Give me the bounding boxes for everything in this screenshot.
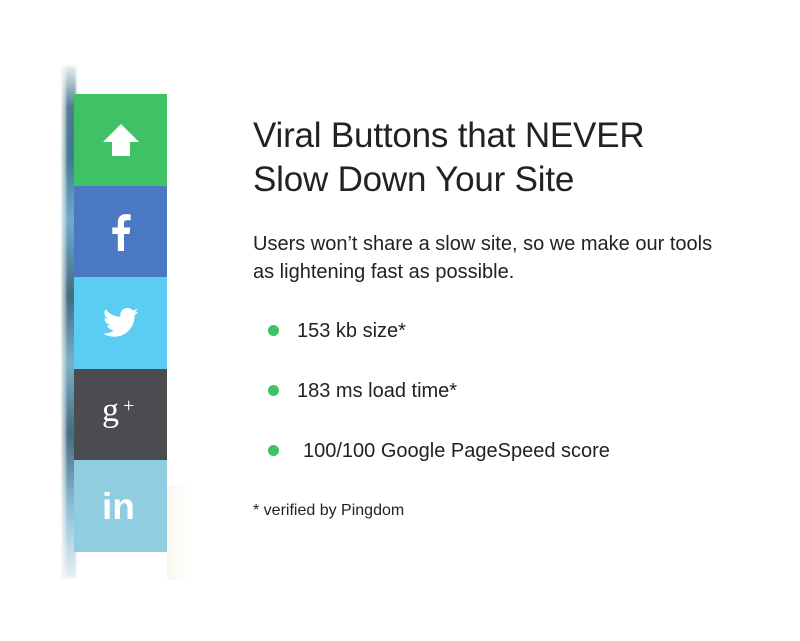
share-button-up[interactable]	[74, 94, 167, 186]
intro-line-1: Users won’t share a slow site, so we mak…	[253, 233, 713, 255]
feature-text: 100/100 Google PageSpeed score	[303, 440, 610, 462]
google-plus-g-glyph: g	[102, 395, 119, 429]
headline-line-2: Slow Down Your Site	[253, 160, 575, 199]
intro-paragraph: Users won’t share a slow site, so we mak…	[253, 230, 793, 286]
bullet-dot	[268, 325, 279, 336]
headline-line-1: Viral Buttons that NEVER	[253, 116, 645, 155]
arrow-up-icon	[102, 124, 139, 156]
linkedin-icon: in	[102, 489, 135, 523]
google-plus-icon: g +	[102, 395, 134, 429]
social-share-bar: g + in	[74, 94, 167, 552]
bullet-dot	[268, 445, 279, 456]
twitter-bird-icon	[102, 308, 138, 337]
footnote: * verified by Pingdom	[253, 502, 405, 519]
feature-text: 183 ms load time*	[297, 380, 458, 402]
facebook-icon	[111, 213, 131, 251]
share-button-facebook[interactable]	[74, 186, 167, 277]
page: g + in Viral Buttons that NEVER Slow Dow…	[0, 0, 800, 641]
google-plus-plus-glyph: +	[123, 395, 134, 417]
bullet-dot	[268, 385, 279, 396]
feature-text: 153 kb size*	[297, 320, 406, 342]
share-button-twitter[interactable]	[74, 277, 167, 369]
linkedin-glyph: in	[102, 489, 135, 523]
background-fade	[167, 485, 193, 580]
share-button-google-plus[interactable]: g +	[74, 369, 167, 460]
headline: Viral Buttons that NEVER Slow Down Your …	[253, 114, 773, 202]
share-button-linkedin[interactable]: in	[74, 460, 167, 552]
intro-line-2: as lightening fast as possible.	[253, 261, 515, 283]
